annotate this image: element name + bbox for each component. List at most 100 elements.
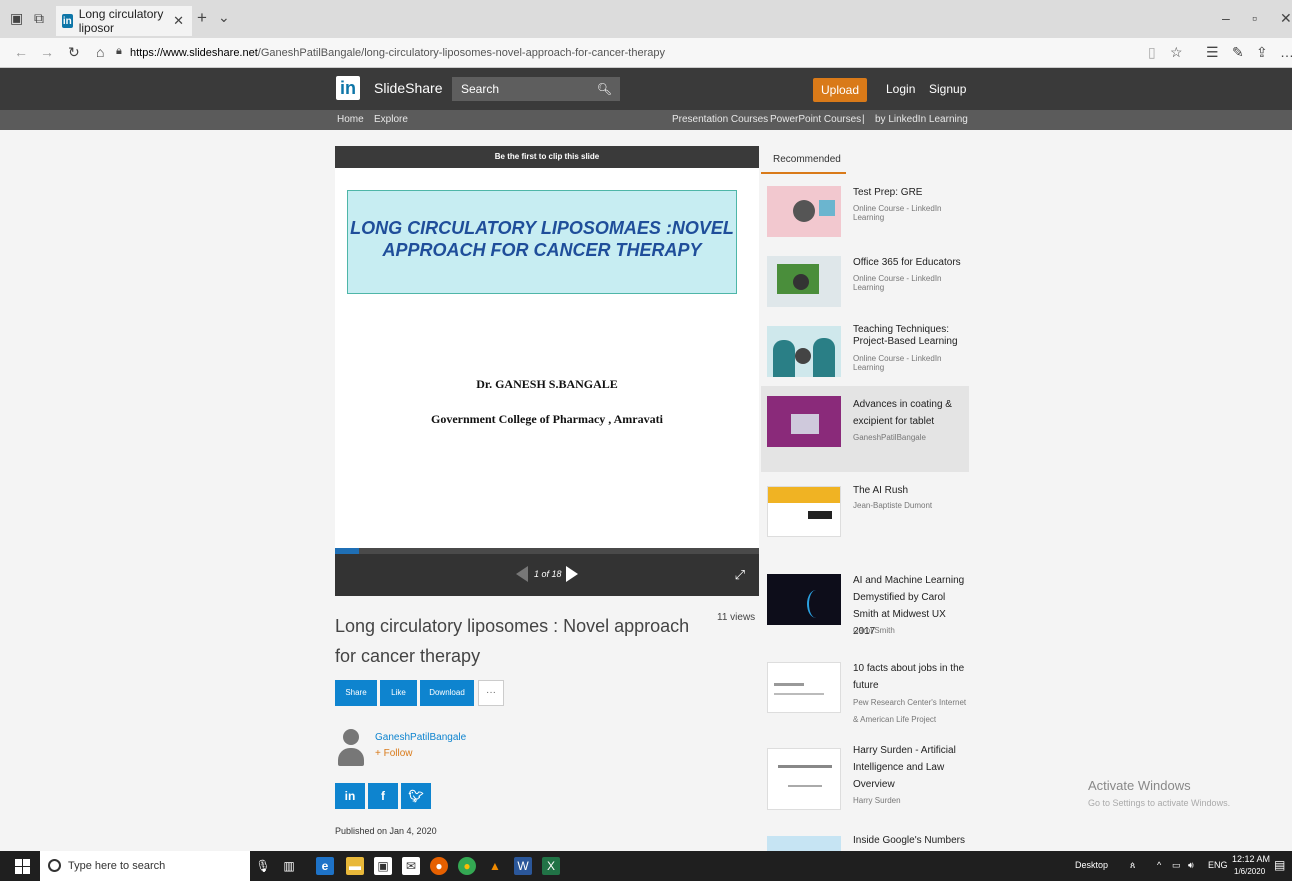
recommended-subtitle: Pew Research Center's Internet & America… xyxy=(853,698,967,724)
window-close-icon[interactable]: ✕ xyxy=(1280,10,1292,27)
recommended-subtitle: GaneshPatilBangale xyxy=(853,433,926,442)
browser-tab[interactable]: in Long circulatory liposor ✕ xyxy=(56,6,192,36)
clock-date[interactable]: 1/6/2020 xyxy=(1234,867,1265,876)
share-icon[interactable]: ⇪ xyxy=(1256,44,1268,61)
new-tab-icon[interactable]: + xyxy=(197,8,207,28)
taskbar-search-input[interactable]: Type here to search xyxy=(40,851,250,881)
windows-start-icon[interactable] xyxy=(15,859,30,874)
set-aside-tabs-icon[interactable]: ⧉ xyxy=(34,10,44,27)
file-explorer-icon[interactable]: ▬ xyxy=(346,857,364,875)
nav-explore[interactable]: Explore xyxy=(374,114,408,125)
facebook-share-icon[interactable]: f xyxy=(368,783,398,809)
clip-notice[interactable]: Be the first to clip this slide xyxy=(335,146,759,168)
favorites-list-icon[interactable]: ☰ xyxy=(1206,44,1219,61)
people-icon[interactable]: ጰ xyxy=(1130,860,1135,871)
url-field[interactable]: https://www.slideshare.net/GaneshPatilBa… xyxy=(130,43,1130,63)
player-controls: 1 of 18 ⤢ xyxy=(335,554,759,596)
minimize-icon[interactable]: – xyxy=(1222,10,1230,26)
slideshare-header: in SlideShare Search 🔍︎ Upload Login Sig… xyxy=(0,68,1292,110)
firefox-icon[interactable]: ● xyxy=(430,857,448,875)
word-icon[interactable]: W xyxy=(514,857,532,875)
excel-icon[interactable]: X xyxy=(542,857,560,875)
course-thumbnail xyxy=(767,326,841,377)
recommended-subtitle: Online Course - LinkedIn Learning xyxy=(853,354,942,372)
show-hidden-icons-icon[interactable]: ^ xyxy=(1157,860,1161,870)
slideshare-logo-text[interactable]: SlideShare xyxy=(374,80,443,96)
recommended-title: Harry Surden - Artificial Intelligence a… xyxy=(853,745,956,790)
windows-taskbar: Type here to search 🎙︎ ▥ e ▬ ▣ ✉ ● ● ▲ W… xyxy=(0,851,1292,881)
desktop-toolbar-label[interactable]: Desktop xyxy=(1075,860,1108,870)
close-tab-icon[interactable]: ✕ xyxy=(173,13,184,29)
vlc-icon[interactable]: ▲ xyxy=(486,857,504,875)
activate-windows-subtitle: Go to Settings to activate Windows. xyxy=(1088,798,1231,808)
published-date: Published on Jan 4, 2020 xyxy=(335,826,437,836)
fullscreen-icon[interactable]: ⤢ xyxy=(735,567,745,583)
download-button[interactable]: Download xyxy=(420,680,474,706)
like-button[interactable]: Like xyxy=(380,680,417,706)
share-button[interactable]: Share xyxy=(335,680,377,706)
nav-divider: | xyxy=(862,114,865,125)
recommended-subtitle: Harry Surden xyxy=(853,796,901,805)
home-icon[interactable]: ⌂ xyxy=(96,44,104,60)
linkedin-share-icon[interactable]: in xyxy=(335,783,365,809)
search-placeholder: Search xyxy=(461,82,500,96)
search-icon[interactable]: 🔍︎ xyxy=(597,77,612,101)
recommended-title: Test Prep: GRE xyxy=(853,187,923,198)
author-link[interactable]: GaneshPatilBangale xyxy=(375,732,466,743)
recommended-item[interactable]: The AI Rush Jean-Baptiste Dumont xyxy=(761,476,969,562)
signup-link[interactable]: Signup xyxy=(929,82,966,96)
recommended-item[interactable]: Advances in coating & excipient for tabl… xyxy=(761,386,969,472)
recommended-subtitle: Online Course - LinkedIn Learning xyxy=(853,204,942,222)
twitter-share-icon[interactable]: 🐦︎ xyxy=(401,783,431,809)
nav-linkedin-learning[interactable]: by LinkedIn Learning xyxy=(875,114,968,125)
maximize-icon[interactable]: ▫ xyxy=(1252,10,1257,26)
network-icon[interactable]: ▭ xyxy=(1172,860,1181,871)
notifications-icon[interactable]: ▤ xyxy=(1274,858,1285,872)
recommended-title: Advances in coating & excipient for tabl… xyxy=(853,399,952,427)
mail-icon[interactable]: ✉ xyxy=(402,857,420,875)
slide-player: Be the first to clip this slide LONG CIR… xyxy=(335,146,759,596)
linkedin-logo-icon[interactable]: in xyxy=(336,76,360,100)
recommended-item[interactable]: AI and Machine Learning Demystified by C… xyxy=(761,564,969,650)
recommended-item[interactable]: Harry Surden - Artificial Intelligence a… xyxy=(761,738,969,824)
recommended-heading[interactable]: Recommended xyxy=(761,146,846,174)
store-icon[interactable]: ▣ xyxy=(374,857,392,875)
forward-icon[interactable]: → xyxy=(40,44,54,60)
nav-presentation-courses[interactable]: Presentation Courses xyxy=(672,114,768,125)
lock-icon: 🔒︎ xyxy=(116,45,122,57)
next-slide-icon[interactable] xyxy=(566,566,578,582)
slide-canvas[interactable]: LONG CIRCULATORY LIPOSOMAES :NOVEL APPRO… xyxy=(335,168,759,548)
tab-preview-chevron-icon[interactable]: ⌄ xyxy=(218,9,230,26)
avatar[interactable] xyxy=(338,729,364,767)
back-icon[interactable]: ← xyxy=(14,44,28,60)
recommended-panel: Recommended Test Prep: GRE Online Course… xyxy=(761,146,969,851)
reading-view-icon[interactable]: ▯ xyxy=(1148,44,1156,61)
presentation-title: Long circulatory liposomes : Novel appro… xyxy=(335,616,690,666)
taskbar-search-placeholder: Type here to search xyxy=(68,860,166,872)
upload-button[interactable]: Upload xyxy=(813,78,867,102)
edge-browser-icon[interactable]: e xyxy=(316,857,334,875)
volume-icon[interactable]: 🔊︎ xyxy=(1188,860,1194,871)
nav-powerpoint-courses[interactable]: PowerPoint Courses xyxy=(770,114,861,125)
recommended-title: The AI Rush xyxy=(853,485,909,496)
clock-time[interactable]: 12:12 AM xyxy=(1232,854,1270,864)
nav-home[interactable]: Home xyxy=(337,114,364,125)
chrome-icon[interactable]: ● xyxy=(458,857,476,875)
task-view-icon[interactable]: ▥ xyxy=(280,857,298,875)
recommended-subtitle: Online Course - LinkedIn Learning xyxy=(853,274,942,292)
recommended-item[interactable]: Inside Google's Numbers in xyxy=(761,826,969,851)
tab-actions-icon[interactable]: ▣ xyxy=(10,10,23,27)
course-thumbnail xyxy=(767,256,841,307)
search-input[interactable]: Search 🔍︎ xyxy=(452,77,620,101)
pen-icon[interactable]: ✎ xyxy=(1232,44,1244,61)
follow-button[interactable]: + Follow xyxy=(375,748,413,759)
login-link[interactable]: Login xyxy=(886,82,915,96)
microphone-icon[interactable]: 🎙︎ xyxy=(254,857,272,875)
recommended-item[interactable]: 10 facts about jobs in the future Pew Re… xyxy=(761,652,969,738)
more-options-icon[interactable]: … xyxy=(1280,44,1292,60)
more-actions-button[interactable]: ··· xyxy=(478,680,504,706)
language-indicator[interactable]: ENG xyxy=(1208,860,1228,870)
favorite-star-icon[interactable]: ☆ xyxy=(1170,44,1183,61)
refresh-icon[interactable]: ↻ xyxy=(68,44,80,61)
previous-slide-icon[interactable] xyxy=(516,566,528,582)
